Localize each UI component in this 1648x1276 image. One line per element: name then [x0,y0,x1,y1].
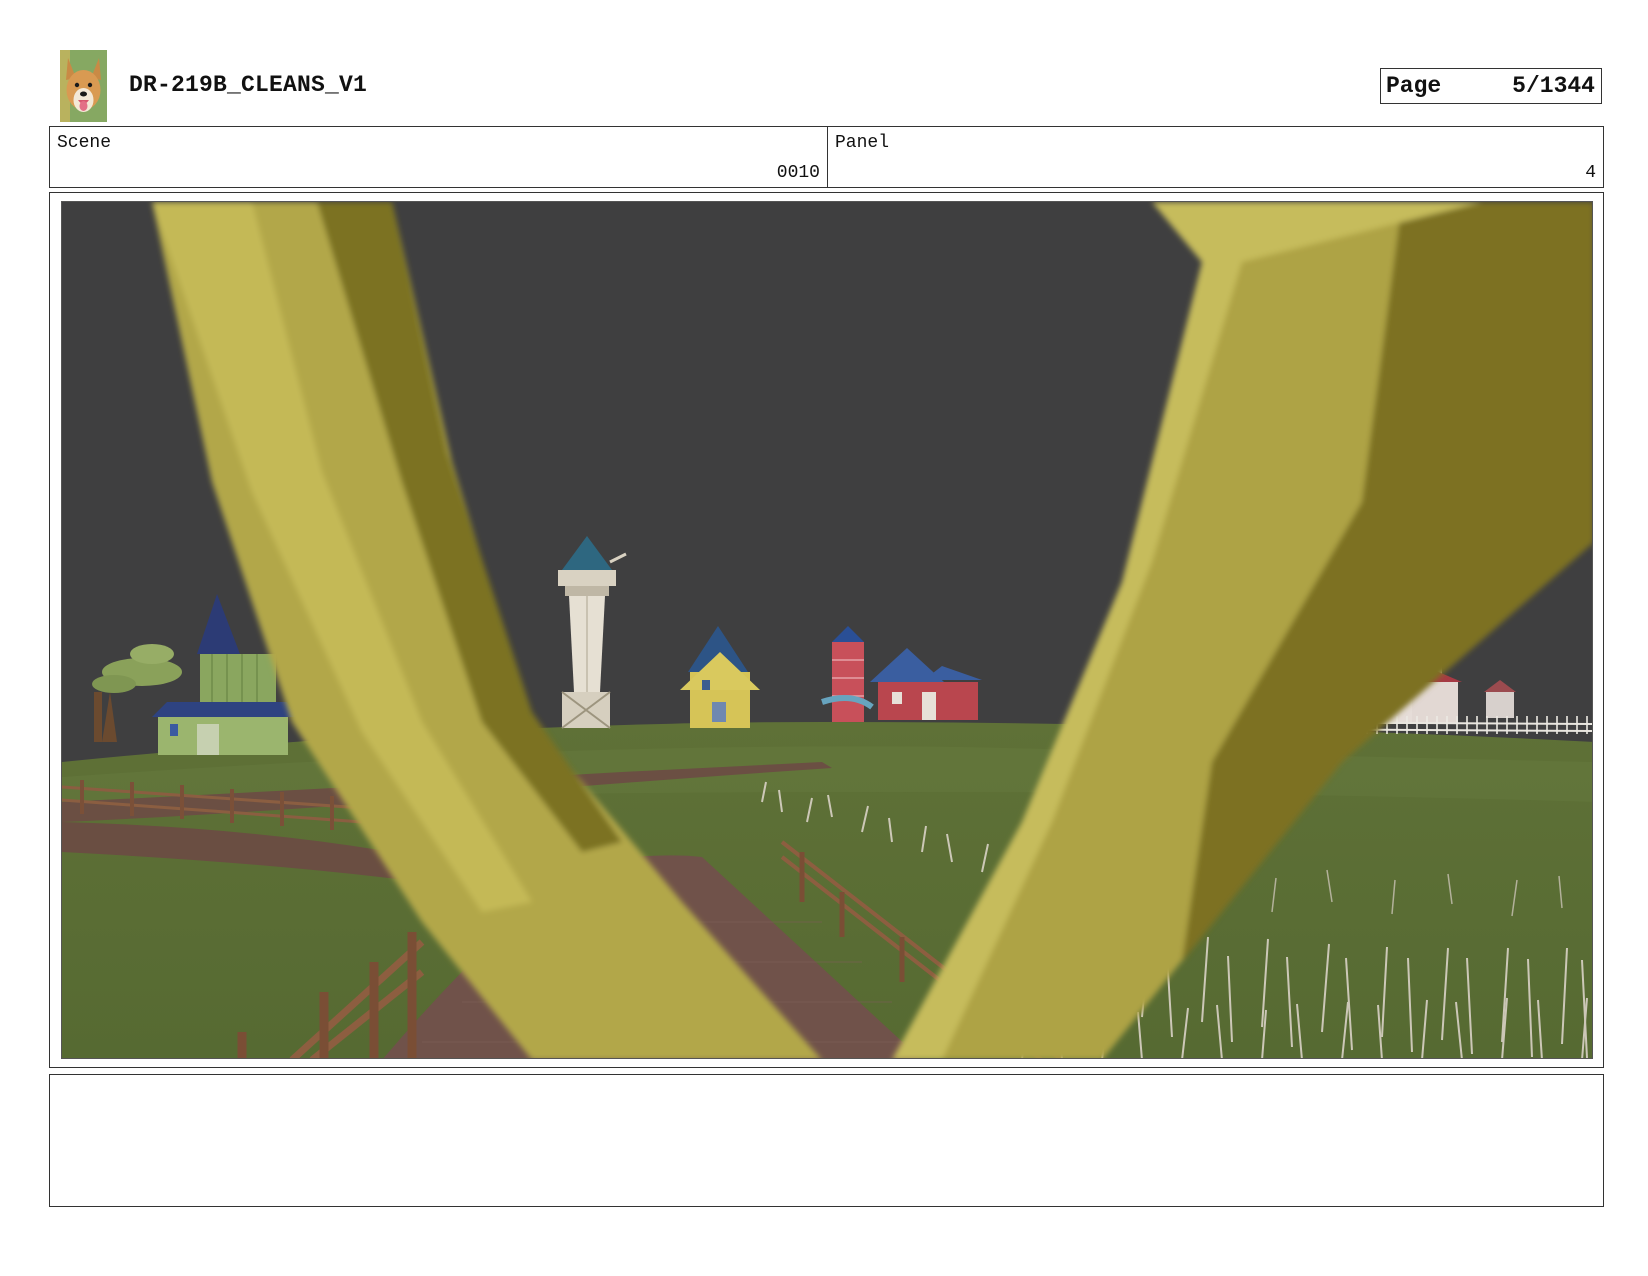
scene-value: 0010 [776,163,820,183]
scene-label: Scene [57,133,112,153]
panel-label: Panel [835,133,890,153]
notes-box [49,1074,1604,1207]
storyboard-panel-image [61,201,1593,1059]
scene-panel-row: Scene 0010 Panel 4 [49,126,1604,188]
scene-cell: Scene 0010 [50,127,828,187]
page-indicator: Page 5/1344 [1380,68,1602,104]
page-label: Page [1386,73,1442,99]
dog-avatar-icon [60,50,107,122]
page-number: 5/1344 [1512,73,1595,99]
document-title: DR-219B_CLEANS_V1 [129,72,368,98]
panel-cell: Panel 4 [828,127,1603,187]
panel-value: 4 [1585,163,1596,183]
